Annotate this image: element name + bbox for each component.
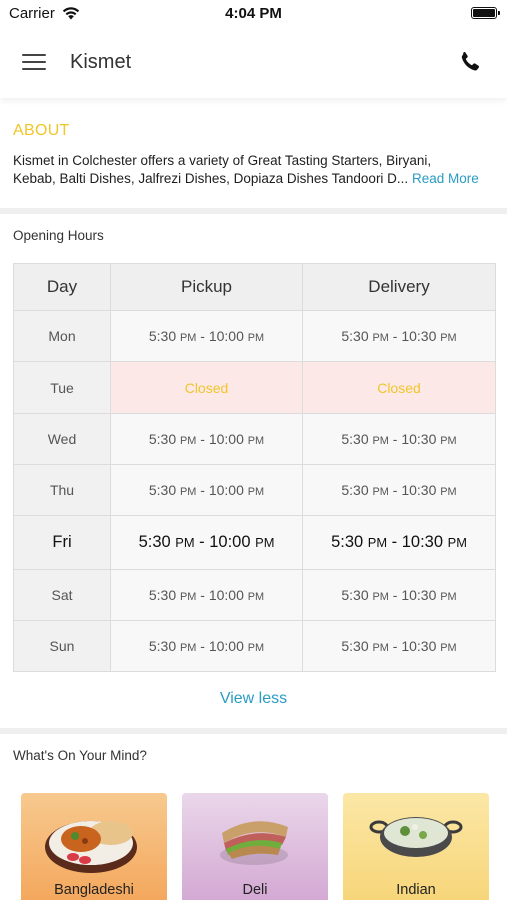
phone-icon[interactable] — [457, 50, 481, 74]
day-cell: Sat — [13, 569, 111, 621]
delivery-hours-cell: 5:30 PM - 10:30 PM — [302, 569, 496, 621]
delivery-hours-cell: 5:30 PM - 10:30 PM — [302, 310, 496, 362]
status-time: 4:04 PM — [225, 5, 282, 22]
section-divider — [0, 208, 507, 214]
hours-row-fri: Fri 5:30 PM - 10:00 PM 5:30 PM - 10:30 P… — [13, 515, 496, 570]
pickup-hours-cell: 5:30 PM - 10:00 PM — [110, 620, 303, 672]
whats-on-your-mind-label: What's On Your Mind? — [13, 748, 147, 763]
delivery-hours-cell: 5:30 PM - 10:30 PM — [302, 464, 496, 516]
hours-row-sun: Sun 5:30 PM - 10:00 PM 5:30 PM - 10:30 P… — [13, 620, 496, 672]
day-cell: Tue — [13, 361, 111, 414]
day-cell: Mon — [13, 310, 111, 362]
about-section: ABOUT Kismet in Colchester offers a vari… — [0, 110, 507, 208]
about-text-line1: Kismet in Colchester offers a variety of… — [13, 153, 432, 168]
category-label: Deli — [242, 882, 268, 898]
about-description: Kismet in Colchester offers a variety of… — [13, 152, 498, 188]
pickup-hours-cell: 5:30 PM - 10:00 PM — [110, 515, 303, 570]
column-header-day: Day — [13, 263, 111, 311]
delivery-hours-cell: 5:30 PM - 10:30 PM — [302, 620, 496, 672]
pickup-hours-cell: 5:30 PM - 10:00 PM — [110, 569, 303, 621]
delivery-hours-cell: 5:30 PM - 10:30 PM — [302, 413, 496, 465]
view-less-link[interactable]: View less — [0, 690, 507, 708]
app-header: Kismet — [0, 28, 507, 98]
page-title: Kismet — [70, 51, 132, 73]
hours-row-wed: Wed 5:30 PM - 10:00 PM 5:30 PM - 10:30 P… — [13, 413, 496, 465]
day-cell: Thu — [13, 464, 111, 516]
pickup-hours-cell: 5:30 PM - 10:00 PM — [110, 464, 303, 516]
status-bar: Carrier 4:04 PM — [0, 0, 507, 28]
category-card-bangladeshi[interactable]: Bangladeshi — [21, 793, 167, 900]
read-more-link[interactable]: Read More — [412, 171, 479, 186]
hours-row-sat: Sat 5:30 PM - 10:00 PM 5:30 PM - 10:30 P… — [13, 569, 496, 621]
opening-hours-label: Opening Hours — [13, 228, 104, 243]
pickup-hours-cell: 5:30 PM - 10:00 PM — [110, 413, 303, 465]
pickup-closed-cell: Closed — [110, 361, 303, 414]
opening-hours-table: Day Pickup Delivery Mon 5:30 PM - 10:00 … — [13, 263, 496, 672]
category-card-deli[interactable]: Deli — [182, 793, 328, 900]
section-divider — [0, 728, 507, 734]
pickup-hours-cell: 5:30 PM - 10:00 PM — [110, 310, 303, 362]
column-header-pickup: Pickup — [110, 263, 303, 311]
hamburger-menu-icon[interactable] — [22, 52, 48, 72]
delivery-closed-cell: Closed — [302, 361, 496, 414]
about-text-line2: Kebab, Balti Dishes, Jalfrezi Dishes, Do… — [13, 171, 409, 186]
delivery-hours-cell: 5:30 PM - 10:30 PM — [302, 515, 496, 570]
day-cell: Wed — [13, 413, 111, 465]
hours-row-tue: Tue Closed Closed — [13, 361, 496, 414]
hours-row-mon: Mon 5:30 PM - 10:00 PM 5:30 PM - 10:30 P… — [13, 310, 496, 362]
table-header-row: Day Pickup Delivery — [13, 263, 496, 311]
about-heading: ABOUT — [13, 122, 70, 139]
column-header-delivery: Delivery — [302, 263, 496, 311]
day-cell: Sun — [13, 620, 111, 672]
battery-icon — [471, 7, 500, 19]
category-label: Bangladeshi — [54, 882, 134, 898]
category-card-indian[interactable]: Indian — [343, 793, 489, 900]
hours-row-thu: Thu 5:30 PM - 10:00 PM 5:30 PM - 10:30 P… — [13, 464, 496, 516]
category-label: Indian — [396, 882, 436, 898]
day-cell: Fri — [13, 515, 111, 570]
